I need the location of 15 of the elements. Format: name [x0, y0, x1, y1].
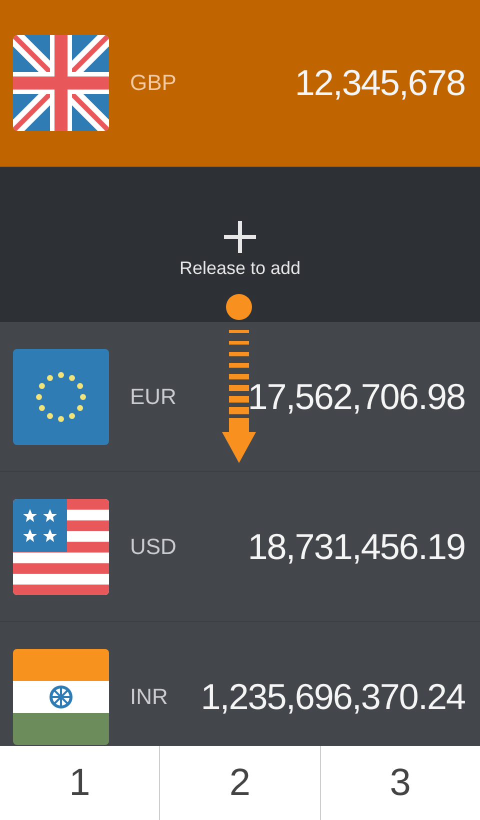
- india-flag-icon: [13, 648, 109, 744]
- release-to-add-text: Release to add: [179, 258, 301, 279]
- base-currency-row[interactable]: GBP 12,345,678: [0, 0, 480, 167]
- union-flag-icon: [13, 35, 109, 131]
- currency-code: GBP: [130, 70, 176, 96]
- eu-flag-icon: [13, 348, 109, 444]
- currency-amount: 18,731,456.19: [248, 526, 465, 568]
- plus-icon: [223, 220, 257, 254]
- currency-code: USD: [130, 534, 176, 560]
- currency-amount: 17,562,706.98: [248, 376, 465, 418]
- currency-amount: 12,345,678: [294, 62, 465, 104]
- currency-amount: 1,235,696,370.24: [200, 676, 465, 718]
- currency-code: INR: [130, 684, 168, 710]
- currency-code: EUR: [130, 384, 176, 410]
- us-flag-icon: [13, 498, 109, 594]
